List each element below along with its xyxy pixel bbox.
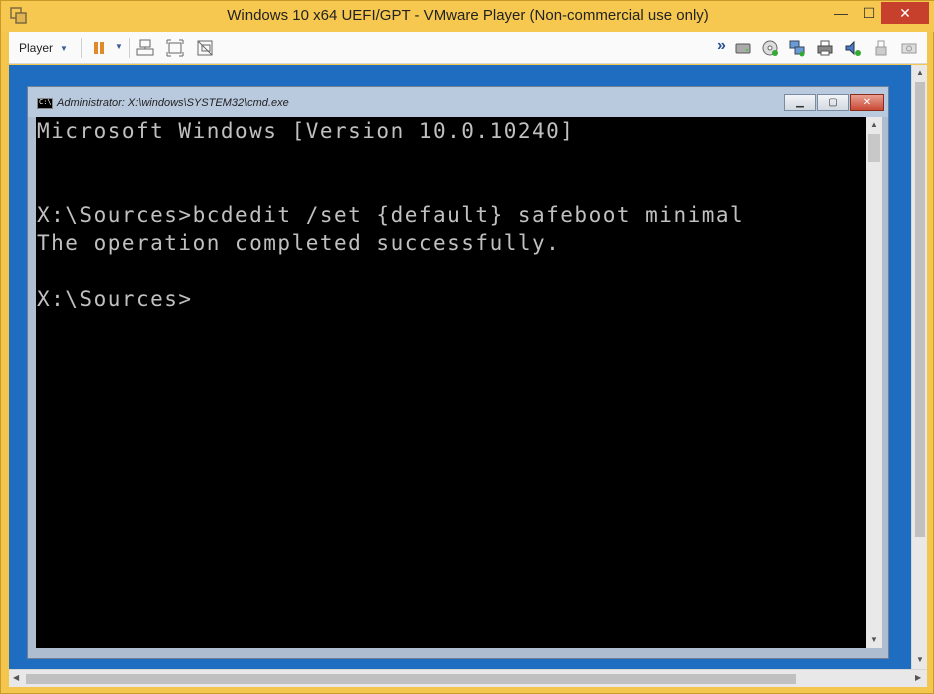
toolbar-divider (81, 38, 82, 58)
vertical-scroll-thumb[interactable] (915, 82, 925, 537)
scroll-right-icon[interactable]: ▶ (915, 673, 921, 682)
close-button[interactable]: ✕ (881, 2, 929, 24)
console-prompt-line: X:\Sources> (37, 287, 193, 311)
cmd-title-bar[interactable]: Administrator: X:\windows\SYSTEM32\cmd.e… (28, 87, 888, 117)
console-output[interactable]: Microsoft Windows [Version 10.0.10240] X… (36, 117, 866, 648)
sound-card-icon[interactable] (843, 38, 863, 58)
console-line: X:\Sources>bcdedit /set {default} safebo… (37, 203, 745, 227)
scroll-left-icon[interactable]: ◀ (13, 673, 19, 682)
player-menu-button[interactable]: Player ▼ (19, 41, 68, 55)
cmd-minimize-button[interactable]: ▁ (784, 94, 816, 111)
cmd-window-title: Administrator: X:\windows\SYSTEM32\cmd.e… (57, 97, 289, 109)
hard-disk-icon[interactable] (733, 38, 753, 58)
cmd-close-button[interactable]: ✕ (850, 94, 884, 111)
send-ctrl-alt-del-icon[interactable] (135, 38, 155, 58)
minimize-button[interactable]: — (827, 2, 855, 24)
scroll-down-icon[interactable]: ▼ (916, 655, 924, 664)
network-adapter-icon[interactable] (787, 38, 807, 58)
pause-icon[interactable] (89, 38, 109, 58)
unity-icon[interactable] (195, 38, 215, 58)
more-devices-icon[interactable]: » (717, 37, 726, 55)
title-bar: Windows 10 x64 UEFI/GPT - VMware Player … (1, 1, 934, 32)
cmd-scroll-down-icon[interactable]: ▼ (870, 635, 878, 644)
cmd-scroll-up-icon[interactable]: ▲ (870, 120, 878, 129)
usb-icon[interactable] (871, 38, 891, 58)
window-title: Windows 10 x64 UEFI/GPT - VMware Player … (227, 7, 709, 24)
player-toolbar: Player ▼ ▼ » (9, 32, 927, 64)
console-line: Microsoft Windows [Version 10.0.10240] (37, 119, 575, 143)
pause-menu-chevron-icon[interactable]: ▼ (115, 42, 123, 51)
chevron-down-icon: ▼ (60, 43, 68, 53)
removable-device-icon[interactable] (899, 38, 919, 58)
cmd-app-icon[interactable] (37, 98, 53, 109)
vmware-player-window: Windows 10 x64 UEFI/GPT - VMware Player … (0, 0, 934, 694)
horizontal-scrollbar[interactable]: ◀ ▶ (9, 669, 927, 687)
cd-dvd-icon[interactable] (760, 38, 780, 58)
toolbar-divider (129, 38, 130, 58)
horizontal-scroll-thumb[interactable] (26, 674, 796, 684)
maximize-button[interactable]: ☐ (855, 2, 883, 24)
cmd-scroll-thumb[interactable] (868, 134, 880, 162)
player-menu-label: Player (19, 41, 54, 55)
scroll-up-icon[interactable]: ▲ (916, 68, 924, 77)
printer-icon[interactable] (815, 38, 835, 58)
console-line: The operation completed successfully. (37, 231, 561, 255)
cmd-maximize-button[interactable]: ▢ (817, 94, 849, 111)
cmd-window[interactable]: Administrator: X:\windows\SYSTEM32\cmd.e… (27, 86, 889, 659)
fit-guest-icon[interactable] (165, 38, 185, 58)
vertical-scrollbar[interactable]: ▲ ▼ (911, 65, 927, 669)
cmd-vertical-scrollbar[interactable]: ▲ ▼ (866, 117, 882, 648)
